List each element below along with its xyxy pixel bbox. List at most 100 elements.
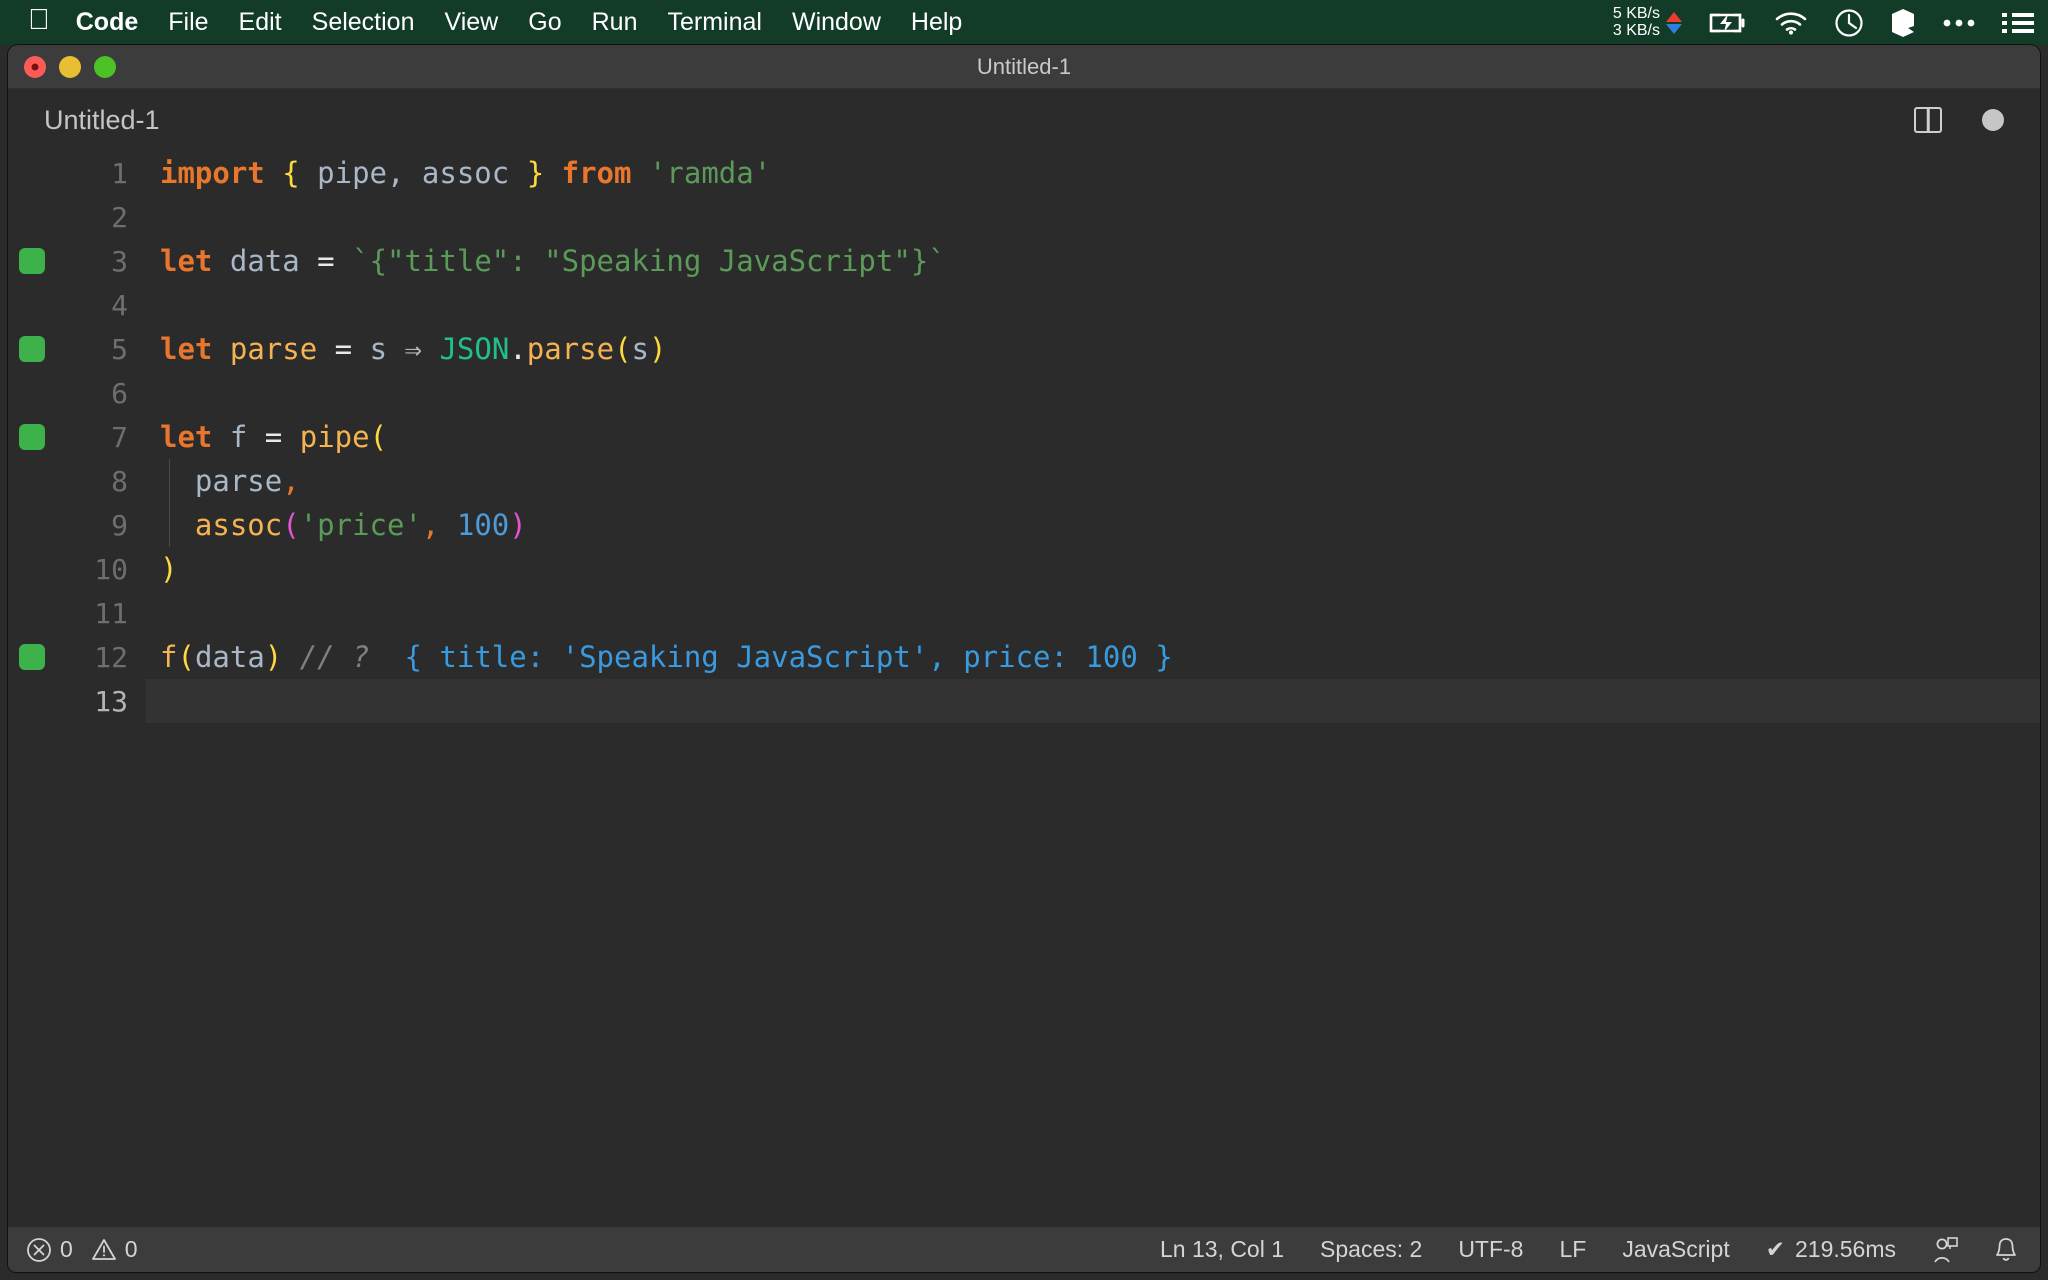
apple-logo-icon[interactable]:  xyxy=(28,6,50,35)
quokka-live-marker-icon xyxy=(19,644,45,670)
editor-actions xyxy=(1914,107,2040,133)
quokka-live-marker-icon xyxy=(19,424,45,450)
clock-icon[interactable] xyxy=(1834,8,1864,38)
token-paren-close: ) xyxy=(264,640,283,674)
code-line: 7 let f = pipe( xyxy=(8,415,2040,459)
status-bar: 0 0 Ln 13, Col 1 Spaces: 2 UTF-8 LF Java… xyxy=(8,1227,2040,1272)
token-function-assoc: assoc xyxy=(194,508,283,542)
check-icon: ✔ xyxy=(1765,1236,1785,1262)
encoding-label[interactable]: UTF-8 xyxy=(1458,1236,1523,1263)
menu-item-edit[interactable]: Edit xyxy=(239,8,282,37)
upload-speed-label: 5 KB/s xyxy=(1612,4,1660,22)
token-arg-data: data xyxy=(194,640,265,674)
live-share-icon[interactable] xyxy=(1932,1236,1958,1264)
menu-item-go[interactable]: Go xyxy=(528,8,561,37)
menu-item-run[interactable]: Run xyxy=(592,8,638,37)
code-line: 3 let data = `{"title": "Speaking JavaSc… xyxy=(8,239,2040,283)
code-line: 6 xyxy=(8,371,2040,415)
list-icon[interactable] xyxy=(2002,11,2034,35)
menu-item-file[interactable]: File xyxy=(168,8,208,37)
code-content[interactable]: import { pipe, assoc } from 'ramda' xyxy=(146,151,2040,195)
token-param-s: s xyxy=(369,332,388,366)
token-function-parse: parse xyxy=(229,332,318,366)
cursor-position-label[interactable]: Ln 13, Col 1 xyxy=(1160,1236,1284,1263)
token-string-price: 'price' xyxy=(299,508,422,542)
problems-indicator[interactable]: 0 0 xyxy=(26,1236,138,1263)
code-content[interactable] xyxy=(146,679,2040,723)
window-title-bar: Untitled-1 xyxy=(8,45,2040,89)
token-class-json: JSON xyxy=(439,332,510,366)
eol-label[interactable]: LF xyxy=(1559,1236,1586,1263)
code-content[interactable]: ) xyxy=(146,547,2040,591)
ellipsis-icon[interactable] xyxy=(1942,18,1976,28)
bell-icon[interactable] xyxy=(1994,1236,2018,1264)
code-content[interactable] xyxy=(146,591,2040,635)
code-line: 11 xyxy=(8,591,2040,635)
gutter-marker-slot xyxy=(8,644,56,670)
token-paren-open: ( xyxy=(177,640,195,674)
indentation-label[interactable]: Spaces: 2 xyxy=(1320,1236,1422,1263)
menu-item-help[interactable]: Help xyxy=(911,8,962,37)
run-status-indicator[interactable]: ✔ 219.56ms xyxy=(1766,1236,1896,1263)
code-content[interactable]: let data = `{"title": "Speaking JavaScri… xyxy=(146,239,2040,283)
token-keyword-let: let xyxy=(160,332,213,366)
code-content[interactable] xyxy=(146,371,2040,415)
token-brace-close: } xyxy=(526,156,545,190)
code-line: 4 xyxy=(8,283,2040,327)
maximize-button[interactable] xyxy=(94,56,116,78)
error-count: 0 xyxy=(60,1236,73,1262)
battery-charging-icon[interactable] xyxy=(1708,11,1748,35)
code-content[interactable]: f(data) // ? { title: 'Speaking JavaScri… xyxy=(146,635,2040,679)
menu-item-code[interactable]: Code xyxy=(76,8,139,37)
token-dot: . xyxy=(509,332,527,366)
token-paren-close: ) xyxy=(160,552,178,586)
wifi-icon[interactable] xyxy=(1774,11,1808,35)
code-content[interactable]: let f = pipe( xyxy=(146,415,2040,459)
code-content[interactable]: parse, xyxy=(146,459,2040,503)
code-line: 12 f(data) // ? { title: 'Speaking JavaS… xyxy=(8,635,2040,679)
indent-guide xyxy=(169,459,170,503)
unsaved-dot-icon[interactable] xyxy=(1982,109,2004,131)
token-equals: = xyxy=(317,244,335,278)
menu-item-selection[interactable]: Selection xyxy=(312,8,415,37)
code-content[interactable]: assoc('price', 100) xyxy=(146,503,2040,547)
menu-item-view[interactable]: View xyxy=(445,8,499,37)
gutter-marker-slot xyxy=(8,248,56,274)
download-arrow-icon xyxy=(1666,23,1682,34)
token-variable-data: data xyxy=(229,244,300,278)
token-keyword-from: from xyxy=(561,156,632,190)
split-editor-icon[interactable] xyxy=(1914,107,1942,133)
line-number: 9 xyxy=(111,508,128,542)
token-variable-f: f xyxy=(229,420,248,454)
close-button[interactable] xyxy=(24,56,46,78)
gutter-marker-slot xyxy=(8,424,56,450)
download-speed-label: 3 KB/s xyxy=(1612,21,1660,39)
line-number: 8 xyxy=(111,464,128,498)
tab-untitled-1[interactable]: Untitled-1 xyxy=(8,89,186,151)
minimize-button[interactable] xyxy=(59,56,81,78)
token-method-parse: parse xyxy=(526,332,615,366)
network-speed-indicator[interactable]: 5 KB/s 3 KB/s xyxy=(1612,4,1682,40)
menu-item-window[interactable]: Window xyxy=(792,8,881,37)
code-content[interactable] xyxy=(146,283,2040,327)
code-content[interactable]: let parse = s ⇒ JSON. parse(s) xyxy=(146,327,2040,371)
token-function-pipe: pipe xyxy=(299,420,370,454)
language-mode-label[interactable]: JavaScript xyxy=(1622,1236,1729,1263)
cube-icon[interactable] xyxy=(1890,8,1916,38)
code-content[interactable] xyxy=(146,195,2040,239)
code-line: 5 let parse = s ⇒ JSON. parse(s) xyxy=(8,327,2040,371)
line-number: 5 xyxy=(111,332,128,366)
warning-count: 0 xyxy=(124,1236,138,1262)
token-paren-open: ( xyxy=(369,420,388,454)
menu-item-terminal[interactable]: Terminal xyxy=(667,8,761,37)
code-editor[interactable]: 1 import { pipe, assoc } from 'ramda' 2 … xyxy=(8,151,2040,1227)
line-number: 4 xyxy=(111,288,128,322)
